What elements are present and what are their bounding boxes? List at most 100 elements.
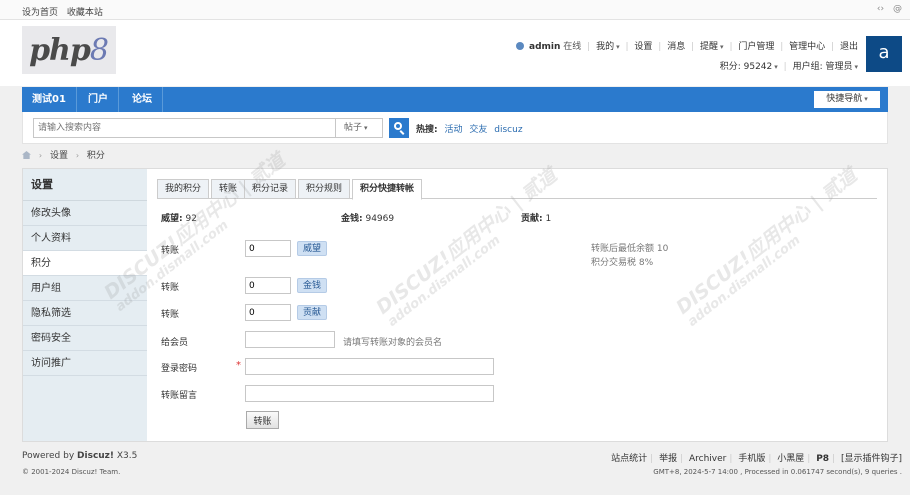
search-bar: 帖子▾ 热搜: 活动 交友 discuz [22, 112, 888, 144]
hot-word-dating[interactable]: 交友 [469, 125, 487, 135]
avatar[interactable]: a [866, 36, 902, 72]
admin-center-link[interactable]: 管理中心 [789, 42, 825, 52]
sidebar-item-avatar[interactable]: 修改头像 [23, 201, 147, 226]
hot-word-activity[interactable]: 活动 [444, 125, 462, 135]
to-member-hint: 请填写转账对象的会员名 [343, 338, 443, 348]
notifications-menu[interactable]: 提醒 ▾ [700, 42, 724, 52]
search-input[interactable] [33, 118, 336, 138]
footer-link-blackroom[interactable]: 小黑屋 [777, 454, 804, 464]
footer-link-p8[interactable]: P8 [816, 454, 829, 464]
username-link[interactable]: admin [529, 42, 560, 52]
main-panel: 设置 修改头像 个人资料 积分 用户组 隐私筛选 密码安全 访问推广 我的积分 … [22, 168, 888, 442]
to-member-input[interactable] [245, 331, 335, 348]
footer-link-report[interactable]: 举报 [659, 454, 677, 464]
header: php 8 admin 在线 | 我的 ▾ | 设置 | 消息 | 提醒 ▾ | 门户… [0, 20, 910, 86]
settings-link[interactable]: 设置 [634, 42, 652, 52]
min-balance-hint: 转账后最低余额 10 [591, 244, 669, 254]
quick-nav-button[interactable]: 快捷导航 ▾ [814, 91, 880, 108]
required-mark: * [236, 360, 241, 371]
tab-quick-transfer[interactable]: 积分快捷转帐 [352, 179, 423, 200]
chevron-down-icon: ▾ [616, 43, 620, 51]
chevron-down-icon: ▾ [774, 63, 778, 71]
search-button[interactable] [389, 118, 409, 138]
breadcrumb-settings[interactable]: 设置 [50, 151, 68, 161]
password-label: 登录密码 [161, 364, 198, 374]
chevron-down-icon: ▾ [864, 95, 868, 103]
usergroup-menu[interactable]: 用户组: 管理员 ▾ [793, 62, 858, 72]
powered-by: Powered by Discuz! X3.5 [22, 451, 138, 461]
top-bar: 设为首页 收藏本站 ‹› @ [0, 0, 910, 20]
password-input[interactable] [245, 358, 494, 375]
home-icon[interactable] [22, 151, 31, 159]
tab-credit-log[interactable]: 积分记录 [244, 179, 297, 199]
nav-item-portal[interactable]: 门户 [78, 87, 119, 112]
search-type-select[interactable]: 帖子 ▾ [336, 118, 383, 138]
nav-item-test01[interactable]: 测试01 [22, 87, 77, 112]
to-member-label: 给会员 [161, 338, 189, 348]
transfer-label: 转账 [161, 310, 180, 320]
sidebar-item-password[interactable]: 密码安全 [23, 326, 147, 351]
portal-admin-link[interactable]: 门户管理 [738, 42, 774, 52]
footer-link-hooks[interactable]: [显示插件钩子] [841, 454, 902, 464]
main-nav: 测试01 门户 论坛 快捷导航 ▾ [22, 87, 888, 112]
unit-gongxian-select[interactable]: 贡献 [297, 305, 328, 320]
logout-link[interactable]: 退出 [840, 42, 858, 52]
tab-my-credits[interactable]: 我的积分 [157, 179, 210, 199]
site-logo[interactable]: php 8 [22, 26, 116, 74]
weiwang-summary: 威望: 92 [161, 214, 197, 224]
footer-link-archiver[interactable]: Archiver [689, 454, 726, 464]
hot-search-label: 热搜: [416, 125, 438, 135]
gongxian-summary: 贡献: 1 [521, 214, 552, 224]
chevron-down-icon: ▾ [364, 124, 368, 132]
at-icon[interactable]: @ [893, 4, 902, 14]
processing-stats: GMT+8, 2024-5-7 14:00 , Processed in 0.0… [653, 468, 902, 476]
jinqian-summary: 金钱: 94969 [341, 214, 395, 224]
copyright: © 2001-2024 Discuz! Team. [22, 468, 121, 476]
unit-jinqian-select[interactable]: 金钱 [297, 278, 328, 293]
tax-hint: 积分交易税 8% [591, 258, 654, 268]
message-input[interactable] [245, 385, 494, 402]
search-icon [394, 122, 402, 130]
content-area: 我的积分 转账 积分记录 积分规则 积分快捷转帐 威望: 92 金钱: 9496… [147, 169, 887, 441]
discuz-link[interactable]: Discuz! [77, 451, 114, 461]
messages-link[interactable]: 消息 [667, 42, 685, 52]
user-bar: admin 在线 | 我的 ▾ | 设置 | 消息 | 提醒 ▾ | 门户管理 | … [516, 40, 858, 74]
chevron-down-icon: ▾ [854, 63, 858, 71]
unit-weiwang-select[interactable]: 威望 [297, 241, 328, 256]
credit-tabs: 我的积分 转账 积分记录 积分规则 积分快捷转帐 [157, 179, 877, 200]
transfer-label: 转账 [161, 246, 180, 256]
user-icon [516, 42, 525, 50]
transfer-weiwang-input[interactable] [245, 240, 291, 257]
sidebar-item-promotion[interactable]: 访问推广 [23, 351, 147, 376]
footer-link-mobile[interactable]: 手机版 [738, 454, 765, 464]
footer-left: Powered by Discuz! X3.5 © 2001-2024 Disc… [22, 451, 137, 476]
transfer-label: 转账 [161, 283, 180, 293]
sidebar-item-credits[interactable]: 积分 [23, 251, 147, 276]
code-icon[interactable]: ‹› [877, 4, 884, 14]
settings-sidebar: 设置 修改头像 个人资料 积分 用户组 隐私筛选 密码安全 访问推广 [23, 169, 147, 441]
hot-search: 热搜: 活动 交友 discuz [416, 122, 527, 135]
transfer-submit-button[interactable]: 转账 [246, 411, 279, 429]
message-label: 转账留言 [161, 391, 198, 401]
footer-link-stats[interactable]: 站点统计 [611, 454, 647, 464]
hot-word-discuz[interactable]: discuz [494, 125, 522, 135]
chevron-down-icon: ▾ [720, 43, 724, 51]
bookmark-link[interactable]: 收藏本站 [67, 8, 103, 18]
breadcrumb: › 设置 › 积分 [22, 149, 105, 163]
footer-right: 站点统计 | 举报 | Archiver | 手机版 | 小黑屋 | P8 | [显示插件钩… [611, 454, 902, 476]
nav-item-forum[interactable]: 论坛 [122, 87, 163, 112]
tab-credit-rules[interactable]: 积分规则 [298, 179, 351, 199]
my-menu[interactable]: 我的 ▾ [596, 42, 620, 52]
breadcrumb-credits: 积分 [86, 151, 105, 161]
online-status: 在线 [563, 42, 582, 52]
sidebar-title: 设置 [23, 169, 147, 201]
set-homepage-link[interactable]: 设为首页 [22, 8, 58, 18]
credits-menu[interactable]: 积分: 95242 ▾ [720, 62, 778, 72]
transfer-gongxian-input[interactable] [245, 304, 291, 321]
sidebar-item-usergroup[interactable]: 用户组 [23, 276, 147, 301]
transfer-jinqian-input[interactable] [245, 277, 291, 294]
sidebar-item-privacy[interactable]: 隐私筛选 [23, 301, 147, 326]
tab-transfer[interactable]: 转账 [211, 179, 246, 199]
sidebar-item-profile[interactable]: 个人资料 [23, 226, 147, 251]
credit-summary: 威望: 92 金钱: 94969 贡献: 1 [161, 211, 861, 224]
